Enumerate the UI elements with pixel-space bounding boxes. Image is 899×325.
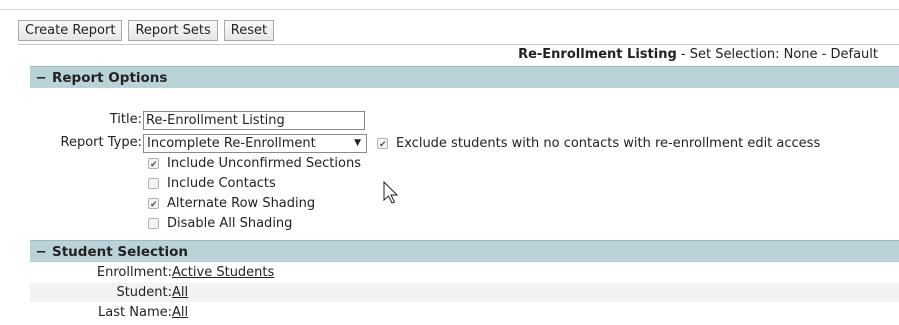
include-contacts-option[interactable]: Include Contacts: [148, 174, 276, 193]
student-label: Student:: [116, 285, 172, 300]
alternate-row-shading-checkbox[interactable]: [148, 196, 159, 215]
last-name-link[interactable]: All: [172, 303, 188, 322]
report-type-label: Report Type:: [60, 135, 142, 150]
enrollment-link[interactable]: Active Students: [172, 263, 274, 282]
last-name-row: Last Name: All: [30, 303, 899, 322]
alternate-row-shading-option[interactable]: Alternate Row Shading: [148, 194, 316, 215]
student-row: Student: All: [30, 283, 899, 302]
exclude-students-option[interactable]: Exclude students with no contacts with r…: [377, 134, 821, 155]
include-unconfirmed-checkbox[interactable]: [148, 156, 159, 175]
disable-all-shading-label: Disable All Shading: [167, 216, 293, 231]
reset-button[interactable]: Reset: [223, 20, 275, 41]
student-link[interactable]: All: [172, 283, 188, 302]
set-selection-info: - Set Selection: None - Default: [676, 47, 878, 62]
collapse-toggle-icon[interactable]: −: [34, 70, 48, 86]
student-selection-header[interactable]: − Student Selection: [30, 240, 899, 262]
top-border: [0, 0, 899, 10]
dropdown-arrow-icon: ▼: [354, 138, 361, 148]
report-type-value: Incomplete Re-Enrollment: [147, 136, 316, 151]
include-unconfirmed-option[interactable]: Include Unconfirmed Sections: [148, 154, 361, 175]
disable-all-shading-checkbox[interactable]: [148, 218, 159, 229]
report-type-select[interactable]: Incomplete Re-Enrollment ▼: [143, 134, 367, 153]
exclude-students-checkbox[interactable]: [377, 136, 388, 155]
last-name-label: Last Name:: [98, 305, 172, 320]
mouse-pointer-icon: [383, 181, 399, 204]
include-contacts-label: Include Contacts: [167, 176, 276, 191]
report-header: Re-Enrollment Listing - Set Selection: N…: [0, 47, 878, 62]
report-name: Re-Enrollment Listing: [518, 47, 677, 62]
include-contacts-checkbox[interactable]: [148, 178, 159, 189]
enrollment-row: Enrollment: Active Students: [30, 263, 899, 282]
report-options-header[interactable]: − Report Options: [30, 66, 899, 88]
toolbar: Create Report Report Sets Reset: [18, 20, 275, 42]
title-label: Title:: [109, 112, 142, 127]
report-sets-button[interactable]: Report Sets: [128, 20, 218, 41]
alternate-row-shading-label: Alternate Row Shading: [167, 196, 316, 211]
section-title: Report Options: [52, 69, 168, 86]
section-title: Student Selection: [52, 243, 189, 260]
toolbar-divider: [18, 44, 899, 45]
include-unconfirmed-label: Include Unconfirmed Sections: [167, 156, 361, 171]
enrollment-label: Enrollment:: [96, 265, 172, 280]
disable-all-shading-option[interactable]: Disable All Shading: [148, 214, 292, 233]
exclude-students-label: Exclude students with no contacts with r…: [396, 136, 821, 151]
create-report-button[interactable]: Create Report: [18, 20, 123, 41]
title-input[interactable]: Re-Enrollment Listing: [143, 111, 365, 130]
collapse-toggle-icon[interactable]: −: [34, 244, 48, 260]
